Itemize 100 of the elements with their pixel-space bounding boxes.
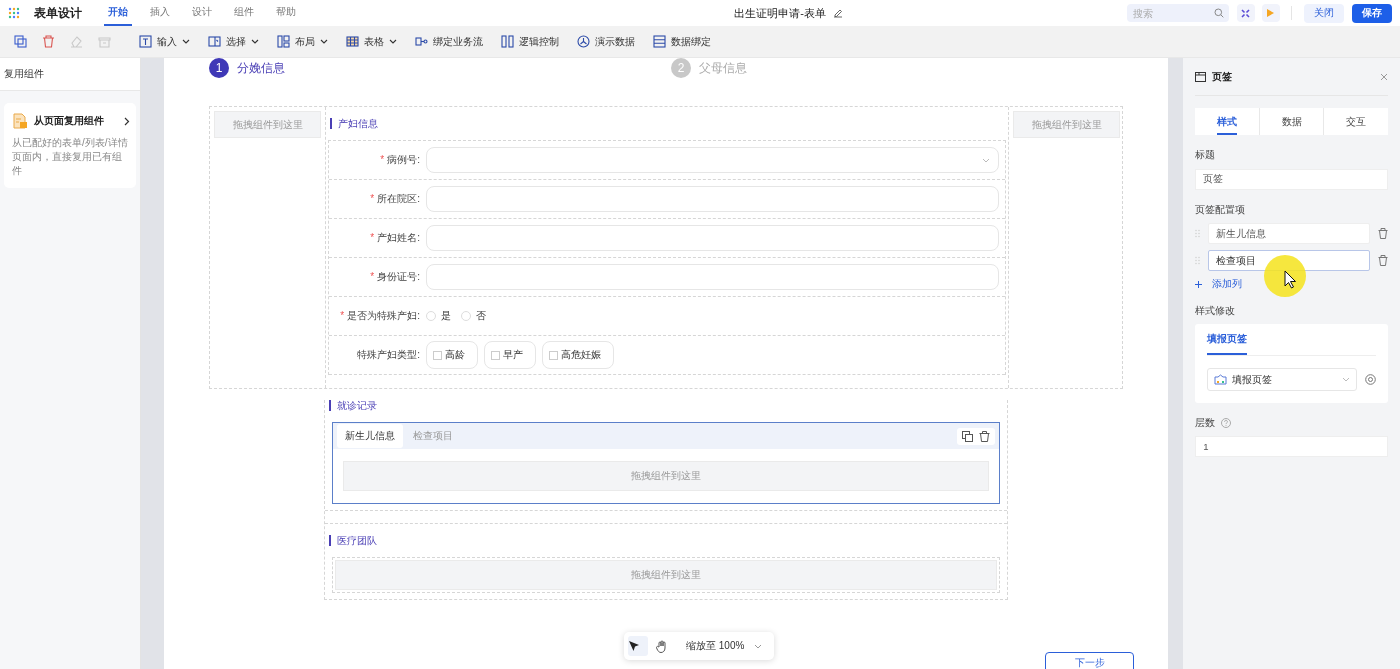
step-number[interactable]: 1 — [209, 58, 229, 78]
field-label: * 所在院区: — [369, 192, 421, 206]
delete-icon[interactable] — [1378, 255, 1388, 266]
field-label: * 身份证号: — [369, 270, 421, 284]
checkbox-option[interactable]: 高危妊娠 — [542, 341, 614, 369]
zoom-dropdown[interactable]: 缩放至 100% — [686, 639, 763, 653]
reuse-card[interactable]: 从页面复用组件 从已配好的表单/列表/详情页面内，直接复用已有组件 — [4, 103, 136, 188]
toolbar-menu[interactable]: 输入 — [132, 30, 197, 53]
select-icon — [208, 35, 221, 48]
chevron-right-icon — [124, 116, 130, 126]
toolbar-menu[interactable]: 表格 — [339, 30, 404, 53]
demo-icon — [577, 35, 590, 48]
checkbox-option[interactable]: 高龄 — [426, 341, 478, 369]
field-label: 页签配置项 — [1195, 203, 1247, 217]
tab-name-field[interactable]: 新生儿信息 — [1208, 223, 1370, 244]
flow-icon — [415, 35, 428, 48]
title-field[interactable]: 页签 — [1195, 169, 1388, 190]
radio-option[interactable]: 否 — [461, 309, 486, 323]
panel-tab[interactable]: 数据 — [1258, 108, 1324, 135]
delete-icon — [41, 35, 55, 48]
data-icon — [653, 35, 666, 48]
app-title: 表单设计 — [34, 4, 82, 22]
chevron-down-icon — [982, 157, 990, 163]
drag-handle-icon[interactable] — [1195, 229, 1201, 238]
eraser-icon — [69, 35, 83, 48]
card-title: 从页面复用组件 — [34, 114, 105, 128]
archive-icon — [97, 35, 111, 48]
delete-icon[interactable] — [1378, 228, 1388, 239]
toolbar-button[interactable]: 绑定业务流 — [408, 30, 490, 53]
style-tab[interactable]: 填报页签 — [1207, 332, 1248, 355]
input-field[interactable] — [426, 264, 999, 290]
input-field[interactable] — [426, 225, 999, 251]
menu-tab[interactable]: 插入 — [146, 0, 174, 26]
input-field[interactable] — [426, 186, 999, 212]
caret-icon — [1342, 377, 1350, 382]
tab[interactable]: 新生儿信息 — [337, 424, 403, 448]
toolbar-button[interactable]: 逻辑控制 — [494, 30, 566, 53]
menu-tab[interactable]: 组件 — [230, 0, 258, 26]
tab-panel-icon — [1195, 71, 1207, 82]
field-label: 特殊产妇类型: — [356, 348, 421, 362]
levels-field[interactable]: 1 — [1195, 436, 1388, 457]
caret-icon — [754, 643, 763, 649]
layout-icon — [277, 35, 290, 48]
menu-tab[interactable]: 帮助 — [272, 0, 300, 26]
save-button[interactable]: 保存 — [1352, 3, 1392, 23]
table-icon — [346, 35, 359, 48]
field-label: * 是否为特殊产妇: — [339, 309, 421, 323]
toolbar-button[interactable]: 演示数据 — [570, 30, 642, 53]
preview-button[interactable] — [1237, 4, 1255, 22]
field-label: * 病例号: — [379, 153, 421, 167]
hand-icon — [656, 639, 668, 653]
tab-container[interactable]: 新生儿信息 检查项目 拖拽组件到这里 — [332, 422, 1000, 504]
panel-title: 页签 — [1212, 69, 1233, 84]
caret-icon — [320, 39, 328, 44]
panel-title: 复用组件 — [0, 58, 140, 91]
radio-option[interactable]: 是 — [426, 309, 451, 323]
caret-icon — [182, 39, 190, 44]
drag-handle-icon[interactable] — [1195, 256, 1201, 265]
next-step-button[interactable]: 下一步 — [1045, 652, 1134, 669]
field-label: * 产妇姓名: — [369, 231, 421, 245]
card-description: 从已配好的表单/列表/详情页面内，直接复用已有组件 — [12, 136, 129, 178]
toolbar-menu[interactable]: 布局 — [270, 30, 335, 53]
field-label: 层数 — [1195, 416, 1216, 430]
style-icon — [1214, 374, 1228, 385]
copy-icon — [13, 35, 27, 48]
toolbar-button[interactable]: 数据绑定 — [646, 30, 718, 53]
pointer-tool-button[interactable] — [628, 636, 648, 656]
caret-icon — [251, 39, 259, 44]
step-label[interactable]: 分娩信息 — [237, 59, 285, 77]
add-column-link[interactable]: 添加列 — [1195, 277, 1243, 291]
pointer-icon — [628, 640, 640, 652]
field-label: 标题 — [1195, 148, 1217, 162]
toolbar-menu[interactable]: 选择 — [201, 30, 266, 53]
delete-icon[interactable] — [979, 430, 990, 442]
document-icon — [12, 113, 28, 129]
expand-icon — [1241, 8, 1251, 18]
select-field[interactable] — [426, 147, 999, 173]
settings-icon[interactable] — [1365, 374, 1376, 385]
copy-icon[interactable] — [962, 430, 973, 442]
style-select[interactable]: 填报页签 — [1207, 368, 1357, 391]
run-button[interactable] — [1262, 4, 1280, 22]
plus-icon — [1195, 280, 1203, 288]
app-grid-icon[interactable] — [8, 7, 20, 19]
section-title: 产妇信息 — [330, 118, 1008, 129]
menu-tab[interactable]: 设计 — [188, 0, 216, 26]
play-icon — [1267, 9, 1275, 17]
section-title: 医疗团队 — [329, 535, 1007, 546]
field-label: 样式修改 — [1195, 304, 1237, 318]
section-title: 就诊记录 — [329, 400, 1007, 411]
panel-tab[interactable]: 交互 — [1323, 108, 1388, 135]
close-icon[interactable] — [1380, 72, 1388, 81]
help-icon[interactable] — [1221, 418, 1232, 428]
input-icon — [139, 35, 152, 48]
edit-icon[interactable] — [832, 8, 843, 18]
document-title: 出生证明申请-表单 — [734, 5, 826, 21]
checkbox-option[interactable]: 早产 — [484, 341, 536, 369]
logic-icon — [501, 35, 514, 48]
search-icon — [1214, 8, 1224, 18]
close-button[interactable]: 关闭 — [1304, 3, 1344, 23]
search-field[interactable]: 搜索 — [1127, 4, 1229, 22]
